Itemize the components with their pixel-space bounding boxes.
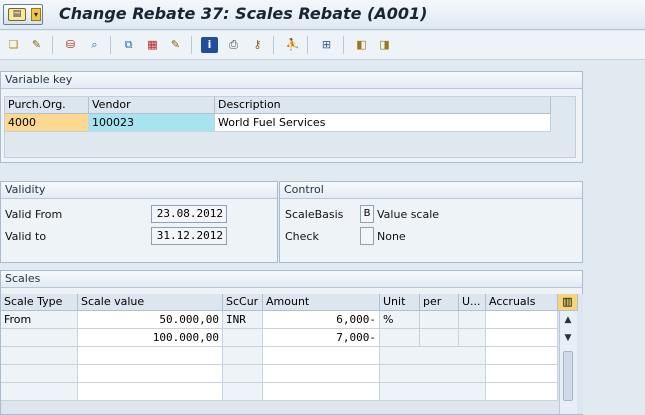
table-row-empty [1, 347, 78, 365]
table-row-empty[interactable] [78, 365, 223, 383]
hierarchy-icon[interactable]: ⊞ [318, 37, 335, 53]
description-cell: World Fuel Services [215, 114, 551, 132]
toolbar-separator [343, 36, 344, 54]
scroll-up-icon[interactable]: ▲ [560, 313, 576, 327]
scroll-down-icon[interactable]: ▼ [560, 331, 576, 345]
print-icon[interactable]: ⎙ [225, 37, 242, 53]
column-header-sccur[interactable]: ScCur [223, 294, 263, 311]
toolbar-separator [191, 36, 192, 54]
validity-heading: Validity [1, 182, 277, 199]
table-row-empty[interactable] [486, 347, 558, 365]
validity-panel: Validity Valid From 23.08.2012 Valid to … [0, 181, 278, 263]
column-header-per[interactable]: per [420, 294, 459, 311]
scale-basis-field[interactable]: B [360, 205, 374, 223]
copy-icon[interactable]: ⧉ [120, 37, 137, 53]
table-row-empty[interactable] [263, 347, 380, 365]
table-row-empty [380, 365, 486, 383]
table-row-empty[interactable] [263, 365, 380, 383]
table-row-empty [380, 347, 486, 365]
edit-icon[interactable]: ✎ [28, 37, 45, 53]
scale-basis-label: ScaleBasis [285, 208, 344, 221]
info-icon[interactable]: i [201, 37, 218, 53]
delete-icon[interactable]: ⛁ [62, 37, 79, 53]
table-row-empty [380, 383, 486, 401]
table-row-2-uom [459, 329, 486, 347]
table-row-empty[interactable] [78, 347, 223, 365]
table-row-empty [1, 383, 78, 401]
application-toolbar: ❏ ✎ ⛁ ⌕ ⧉ ▦ ✎ i ⎙ ⚷ ⛹ ⊞ ◧ ◨ [0, 31, 645, 60]
column-header-description[interactable]: Description [215, 97, 551, 114]
valid-from-field[interactable]: 23.08.2012 [151, 205, 227, 223]
column-header-unit[interactable]: Unit [380, 294, 420, 311]
table-row-empty [1, 365, 78, 383]
vendor-cell[interactable]: 100023 [89, 114, 215, 132]
toolbar-separator [307, 36, 308, 54]
check-text: None [377, 230, 406, 243]
check-label: Check [285, 230, 319, 243]
table-row-1-scale-type: From [1, 311, 78, 329]
valid-to-label: Valid to [5, 230, 47, 243]
valid-from-label: Valid From [5, 208, 63, 221]
table-row-empty[interactable] [486, 365, 558, 383]
toolbar-separator [52, 36, 53, 54]
table-row-2-amount[interactable]: 7,000- [263, 329, 380, 347]
table-row-1-sccur: INR [223, 311, 263, 329]
table-row-empty[interactable] [78, 383, 223, 401]
control-heading: Control [280, 182, 582, 199]
dropdown-arrow-icon: ▾ [31, 8, 41, 21]
table-row-1-uom [459, 311, 486, 329]
create-icon[interactable]: ❏ [5, 37, 22, 53]
table-row-2-sccur [223, 329, 263, 347]
column-header-purch-org[interactable]: Purch.Org. [5, 97, 89, 114]
scales-heading: Scales [1, 271, 582, 288]
toolbar-separator [273, 36, 274, 54]
table-row-2-per [420, 329, 459, 347]
table-row-empty [223, 347, 263, 365]
next-icon[interactable]: ◨ [376, 37, 393, 53]
table-row-1-accruals[interactable] [486, 311, 558, 329]
menu-icon: ▤ [8, 8, 26, 21]
table-row-2-scale-type [1, 329, 78, 347]
page-title: Change Rebate 37: Scales Rebate (A001) [59, 4, 428, 23]
column-header-vendor[interactable]: Vendor [89, 97, 215, 114]
valid-to-field[interactable]: 31.12.2012 [151, 227, 227, 245]
variable-key-table: Purch.Org. Vendor Description 4000 10002… [4, 96, 576, 158]
table-row-2-scale-value[interactable]: 100.000,00 [78, 329, 223, 347]
user-icon[interactable]: ⛹ [284, 37, 301, 53]
check-field[interactable] [360, 227, 374, 245]
table-row-1-scale-value[interactable]: 50.000,00 [78, 311, 223, 329]
variable-key-heading: Variable key [1, 72, 582, 89]
scale-basis-text: Value scale [377, 208, 440, 221]
control-panel: Control ScaleBasis B Value scale Check N… [279, 181, 583, 263]
scroll-thumb[interactable] [563, 351, 573, 401]
key-icon[interactable]: ⚷ [249, 37, 266, 53]
scales-table: Scale Type Scale value ScCur Amount Unit… [1, 294, 583, 414]
column-settings-icon[interactable]: ▥ [558, 294, 578, 311]
table-row-2-accruals[interactable] [486, 329, 558, 347]
table-row-empty[interactable] [263, 383, 380, 401]
column-header-scale-value[interactable]: Scale value [78, 294, 223, 311]
column-header-uom[interactable]: U... [459, 294, 486, 311]
previous-icon[interactable]: ◧ [353, 37, 370, 53]
table-row-2-unit [380, 329, 420, 347]
vertical-scrollbar[interactable]: ▲ ▼ [559, 311, 577, 414]
table-row-1-per [420, 311, 459, 329]
column-header-accruals[interactable]: Accruals [486, 294, 558, 311]
variable-key-panel: Variable key Purch.Org. Vendor Descripti… [0, 71, 583, 163]
toolbar-separator [110, 36, 111, 54]
find-icon[interactable]: ⌕ [86, 37, 103, 53]
column-header-scale-type[interactable]: Scale Type [1, 294, 78, 311]
table-row-1-amount[interactable]: 6,000- [263, 311, 380, 329]
scales-panel: Scales Scale Type Scale value ScCur Amou… [0, 270, 583, 415]
purch-org-cell[interactable]: 4000 [5, 114, 89, 132]
column-header-amount[interactable]: Amount [263, 294, 380, 311]
system-menu-button[interactable]: ▤ ▾ [3, 4, 43, 25]
change-icon[interactable]: ✎ [167, 37, 184, 53]
table-row-empty [223, 365, 263, 383]
table-row-1-unit: % [380, 311, 420, 329]
table-row-empty[interactable] [486, 383, 558, 401]
calendar-icon[interactable]: ▦ [144, 37, 161, 53]
title-bar: ▤ ▾ Change Rebate 37: Scales Rebate (A00… [0, 0, 645, 30]
table-row-empty [223, 383, 263, 401]
